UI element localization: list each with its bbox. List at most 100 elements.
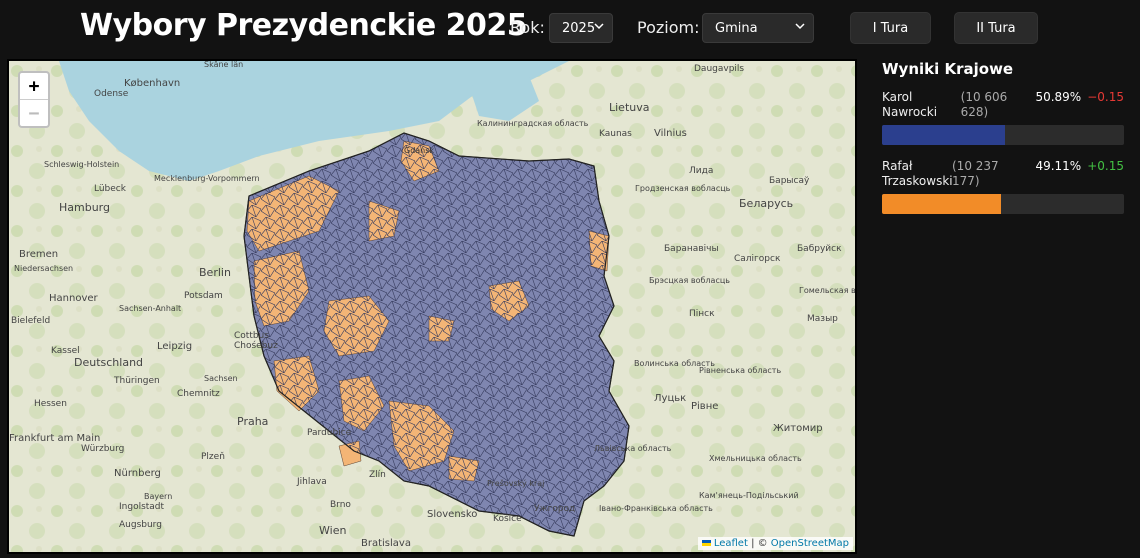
national-results-panel: Wyniki Krajowe Karol Nawrocki (10 606 62… xyxy=(882,60,1124,228)
year-label: Rok: xyxy=(510,18,545,37)
map-label: Mecklenburg-Vorpommern xyxy=(154,174,260,183)
ukraine-flag-icon xyxy=(701,540,711,546)
map-canvas[interactable]: København Odense Lietuva Kaunas Vilnius … xyxy=(9,61,855,552)
osm-link[interactable]: OpenStreetMap xyxy=(771,538,849,549)
map-label: Львівська область xyxy=(594,444,672,453)
header: Wybory Prezydenckie 2025 Rok: 2025 Pozio… xyxy=(0,0,1140,56)
map-label: Мазыр xyxy=(807,314,838,324)
map-label: Zlín xyxy=(369,470,386,480)
map-label: Gdańsk xyxy=(404,146,434,155)
map-label: Брэсцкая вобласць xyxy=(649,276,730,285)
map-label: Thüringen xyxy=(113,376,160,386)
map-label: Hannover xyxy=(49,293,99,304)
year-select-value: 2025 xyxy=(562,21,596,36)
map-attribution: Leaflet | © OpenStreetMap xyxy=(697,537,853,550)
level-label: Poziom: xyxy=(637,18,700,37)
candidate-percent: 50.89% xyxy=(1035,90,1082,104)
map-label: Луцьк xyxy=(654,393,686,404)
map-label: Deutschland xyxy=(74,356,143,369)
chevron-down-icon xyxy=(594,23,604,30)
level-select[interactable]: Gmina xyxy=(702,13,814,43)
map-label: Sachsen xyxy=(204,374,238,383)
map-label: Daugavpils xyxy=(694,64,744,74)
map-label: Chemnitz xyxy=(177,389,220,399)
map-label: Slovensko xyxy=(427,509,477,520)
map-label: Калининградская область xyxy=(477,119,589,128)
candidate-votes: (10 606 628) xyxy=(960,90,1008,119)
map-label: Lietuva xyxy=(609,101,650,114)
results-title: Wyniki Krajowe xyxy=(882,60,1014,78)
map-label: Bielefeld xyxy=(11,316,50,326)
candidate-name: Rafał Trzaskowski xyxy=(882,159,953,188)
map-label: Kaunas xyxy=(599,129,632,139)
map-label: Hamburg xyxy=(59,201,110,214)
map-label: Ingolstadt xyxy=(119,502,165,512)
map-label: Würzburg xyxy=(81,444,124,454)
map-label: Nürnberg xyxy=(114,468,161,479)
map-label: Bremen xyxy=(19,249,58,260)
map-label: Гомельская вобласць xyxy=(799,286,855,295)
year-select[interactable]: 2025 xyxy=(549,13,613,43)
map-label: Pardubice xyxy=(307,428,352,438)
map-label: Bayern xyxy=(144,492,172,501)
map-label: Kassel xyxy=(51,346,80,356)
map-label: Odense xyxy=(94,89,129,99)
map-label: Niedersachsen xyxy=(14,264,73,273)
round1-button[interactable]: I Tura xyxy=(850,12,931,44)
zoom-in-button[interactable]: + xyxy=(20,73,48,100)
level-select-value: Gmina xyxy=(715,21,758,36)
map-label: Івано-Франківська область xyxy=(599,504,713,513)
map-label: Potsdam xyxy=(184,291,223,301)
map-label: Berlin xyxy=(199,266,231,279)
map-label: Барысаў xyxy=(769,176,810,186)
map-label: Schleswig-Holstein xyxy=(44,160,119,169)
map-label: Leipzig xyxy=(157,341,192,352)
candidate-name: Karol Nawrocki xyxy=(882,90,938,119)
map-label: Chośebuz xyxy=(234,340,278,351)
map-label: Sachsen-Anhalt xyxy=(119,304,181,313)
leaflet-link[interactable]: Leaflet xyxy=(714,538,748,549)
candidate-percent: 49.11% xyxy=(1035,159,1082,173)
zoom-out-button[interactable]: − xyxy=(20,100,48,126)
map-label: Баранавічы xyxy=(664,244,719,254)
map-label: Košice xyxy=(493,513,522,524)
map-label: Лида xyxy=(689,166,713,176)
map-label: Vilnius xyxy=(654,128,687,139)
candidate-result: Rafał Trzaskowski (10 237 177) 49.11% +0… xyxy=(882,159,1124,214)
map-label: Cottbus xyxy=(234,331,269,341)
map-label: Plzeň xyxy=(201,451,225,462)
map-label: Рівне xyxy=(691,400,718,412)
map-label: Praha xyxy=(237,415,268,428)
candidate-delta: −0.15 xyxy=(1087,90,1124,104)
map-label: Бабруйск xyxy=(797,244,842,254)
candidate-bar xyxy=(882,194,1124,214)
map-label: København xyxy=(124,78,180,89)
map-label: Frankfurt am Main xyxy=(9,433,100,444)
map-label: Augsburg xyxy=(119,520,162,530)
map-label: Салігорск xyxy=(734,254,781,264)
round2-button[interactable]: II Tura xyxy=(954,12,1038,44)
map-label: Skåne län xyxy=(204,61,243,69)
map-label: Jihlava xyxy=(296,477,327,487)
chevron-down-icon xyxy=(795,23,805,30)
map-label: Wien xyxy=(319,524,346,537)
map-label: Prešovský kraj xyxy=(487,478,544,488)
map-label: Hessen xyxy=(34,399,67,409)
map-label: Гродзенская вобласць xyxy=(635,184,731,193)
zoom-control: + − xyxy=(18,71,50,128)
map-label: Кам'янець-Подільський xyxy=(699,491,799,500)
candidate-bar-fill xyxy=(882,125,1006,145)
map-label: Ужгород xyxy=(534,504,575,514)
map-label: Lübeck xyxy=(94,184,127,194)
election-map[interactable]: København Odense Lietuva Kaunas Vilnius … xyxy=(7,59,857,554)
map-label: Беларусь xyxy=(739,197,793,210)
candidate-bar-fill xyxy=(882,194,1001,214)
map-label: Пінск xyxy=(689,309,715,319)
candidate-result: Karol Nawrocki (10 606 628) 50.89% −0.15 xyxy=(882,90,1124,145)
map-label: Житомир xyxy=(773,423,823,434)
map-label: Brno xyxy=(330,500,351,510)
candidate-delta: +0.15 xyxy=(1087,159,1124,173)
attribution-separator: | © xyxy=(747,538,771,549)
candidate-bar xyxy=(882,125,1124,145)
candidate-votes: (10 237 177) xyxy=(952,159,999,188)
